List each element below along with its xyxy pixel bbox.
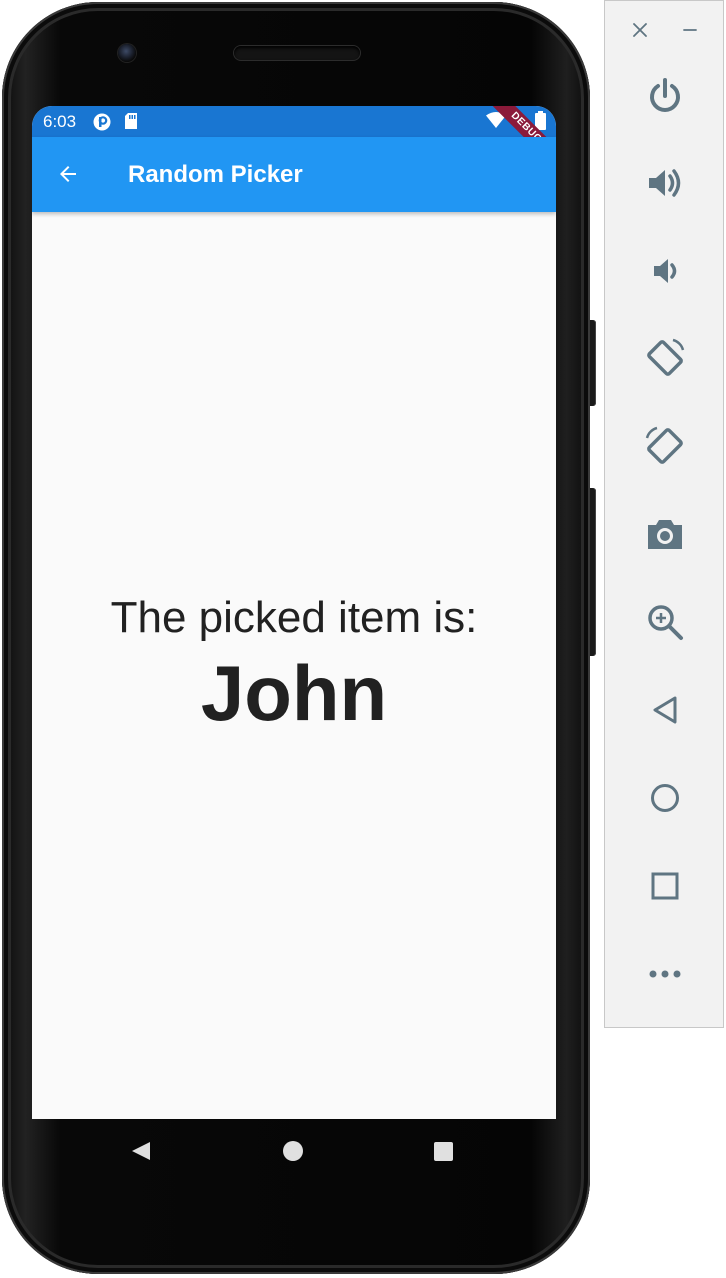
rotate-right-button[interactable] xyxy=(641,424,689,472)
back-icon xyxy=(647,692,683,733)
emulator-overview-button[interactable] xyxy=(641,864,689,912)
zoom-button[interactable] xyxy=(641,600,689,648)
earpiece-speaker xyxy=(234,46,360,60)
emulator-back-button[interactable] xyxy=(641,688,689,736)
emulator-toolbar xyxy=(604,0,724,1028)
power-button[interactable] xyxy=(641,74,689,122)
overview-icon xyxy=(647,868,683,909)
rotate-left-button[interactable] xyxy=(641,336,689,384)
power-icon xyxy=(645,76,685,121)
more-icon xyxy=(645,967,685,985)
rotate-left-icon xyxy=(643,336,687,385)
sd-card-icon xyxy=(124,113,138,135)
notification-app-icon xyxy=(93,113,111,136)
volume-up-button[interactable] xyxy=(641,161,689,209)
content-area: The picked item is: John xyxy=(32,212,556,1119)
status-bar: 6:03 DEBUG xyxy=(32,106,556,179)
rotate-right-icon xyxy=(643,424,687,473)
close-icon xyxy=(632,22,648,43)
back-button[interactable] xyxy=(48,156,88,196)
front-camera xyxy=(118,44,136,62)
nav-recents-button[interactable] xyxy=(434,1142,453,1161)
toolbar-close-button[interactable] xyxy=(627,19,653,45)
toolbar-minimize-button[interactable] xyxy=(677,19,703,45)
app-bar: Random Picker xyxy=(32,137,556,212)
app-title: Random Picker xyxy=(128,161,303,188)
nav-home-button[interactable] xyxy=(283,1141,303,1161)
nav-back-button[interactable] xyxy=(130,1140,152,1167)
emulator-home-button[interactable] xyxy=(641,776,689,824)
status-time: 6:03 xyxy=(43,112,77,131)
volume-up-icon xyxy=(645,163,685,208)
volume-down-icon xyxy=(645,251,685,296)
screenshot-button[interactable] xyxy=(641,512,689,560)
arrow-back-icon xyxy=(56,162,80,191)
picked-item-label: The picked item is: xyxy=(110,593,478,642)
zoom-icon xyxy=(644,601,686,648)
picked-item-value: John xyxy=(200,649,388,737)
home-icon xyxy=(647,780,683,821)
more-button[interactable] xyxy=(641,952,689,1000)
side-volume-button[interactable] xyxy=(590,320,596,406)
camera-icon xyxy=(644,514,686,559)
device-screen: 6:03 DEBUG Random Picker The picked item… xyxy=(32,106,556,1119)
volume-down-button[interactable] xyxy=(641,249,689,297)
back-triangle-icon xyxy=(130,1142,152,1166)
minimize-icon xyxy=(682,22,698,43)
side-power-button[interactable] xyxy=(590,488,596,656)
